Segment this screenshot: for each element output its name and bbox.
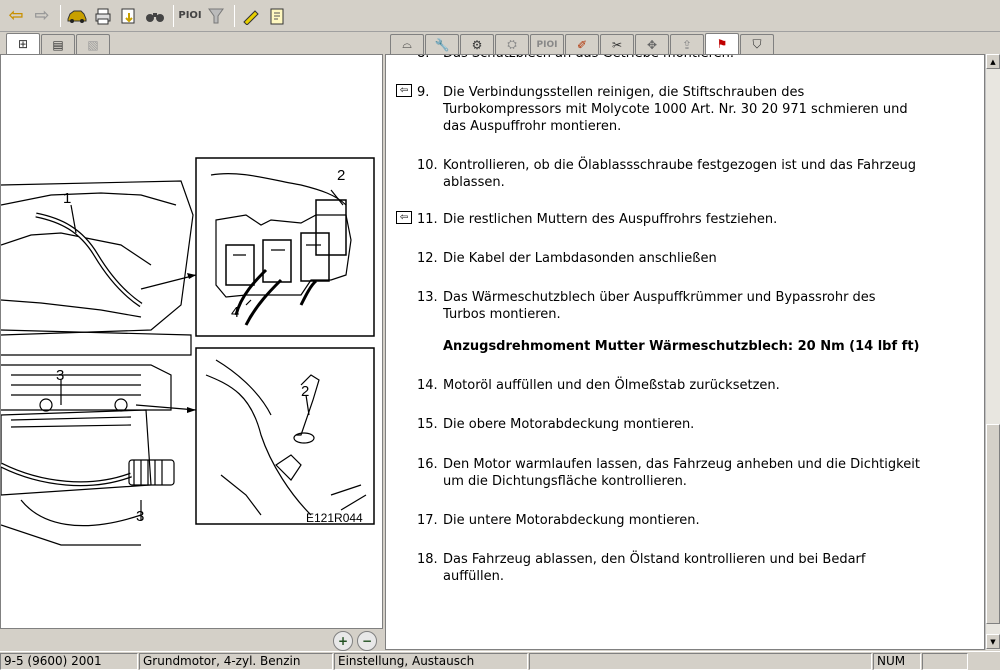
step-text: Das Schutzblech an das Getriebe montiere…	[443, 55, 963, 62]
step-text: Die untere Motorabdeckung montieren.	[443, 513, 700, 528]
parts-icon: ✂	[611, 37, 623, 52]
step-text: Die Kabel der Lambdasonden anschließen	[443, 251, 717, 266]
back-arrow-icon[interactable]: ⇦	[4, 4, 28, 28]
back-reference-icon[interactable]: ⇦	[396, 211, 412, 224]
right-tab-strip: ⌓ 🔧 ⚙ ⛭ PIOI ✐ ✂ ✥ ⇪ ⚑ ⛉	[385, 32, 1000, 54]
callout-2-bottom: 2	[301, 383, 309, 400]
status-empty	[529, 653, 872, 670]
step-text: Die restlichen Muttern des Auspuffrohrs …	[443, 212, 778, 227]
callout-4: 4	[231, 304, 239, 321]
pi-label: PIOI	[536, 39, 558, 50]
step-number: 16.	[417, 457, 438, 472]
zoom-in-icon[interactable]: +	[333, 631, 353, 651]
tab-move[interactable]: ✥	[635, 34, 669, 54]
step-text: Kontrollieren, ob die Ölablassschraube f…	[443, 158, 917, 190]
engine-icon: ⛭	[507, 37, 517, 51]
highlight-icon[interactable]	[239, 4, 263, 28]
tools-icon: ✐	[576, 37, 588, 52]
step-number: 14.	[417, 378, 438, 393]
step-number: 8.	[417, 55, 441, 62]
toolbar-separator	[234, 4, 235, 27]
print-icon[interactable]	[91, 4, 115, 28]
tab-gear[interactable]: ⚙	[460, 34, 494, 54]
engine-diagram: 1 2 3 4 2 3 E121R044	[1, 157, 375, 546]
step-number: 13.	[417, 290, 438, 305]
tab-pi[interactable]: PIOI	[530, 34, 564, 54]
step-text: Den Motor warmlaufen lassen, das Fahrzeu…	[443, 457, 920, 489]
flag-icon: ⚑	[716, 37, 728, 51]
vertical-scrollbar[interactable]: ▲ ▼	[985, 54, 1000, 650]
left-tab-strip: ⊞ ▤ ▧	[0, 32, 385, 54]
wrench-icon: 🔧	[434, 37, 450, 52]
tab-parts[interactable]: ✂	[600, 34, 634, 54]
callout-3-bottom: 3	[136, 508, 144, 525]
tab-document[interactable]: ▤	[41, 34, 75, 54]
diagram-code: E121R044	[306, 511, 363, 525]
tab-funnel[interactable]: ⛉	[740, 34, 774, 54]
step-number: 10.	[417, 158, 438, 173]
torque-spec: Anzugsdrehmoment Mutter Wärmeschutzblech…	[443, 339, 920, 354]
filter-icon[interactable]	[204, 4, 228, 28]
gear-icon: ⚙	[471, 37, 483, 52]
tab-tree[interactable]: ⊞	[6, 33, 40, 54]
step-number: 11.	[417, 212, 438, 227]
step-number: 12.	[417, 251, 438, 266]
pi-button[interactable]: PIOI	[178, 4, 202, 28]
scroll-thumb[interactable]	[986, 424, 1000, 624]
tab-upload[interactable]: ⇪	[670, 34, 704, 54]
funnel-icon: ⛉	[752, 37, 762, 51]
tab-flag[interactable]: ⚑	[705, 33, 739, 54]
callout-2-top: 2	[337, 167, 345, 184]
tab-windshield[interactable]: ⌓	[390, 34, 424, 54]
status-model: 9-5 (9600) 2001	[0, 653, 138, 670]
instructions-pane: 8. Das Schutzblech an das Getriebe monti…	[385, 54, 985, 650]
toolbar-separator	[60, 4, 61, 27]
step-number: 18.	[417, 552, 438, 567]
binoculars-icon[interactable]	[143, 4, 167, 28]
status-section: Grundmotor, 4-zyl. Benzin	[139, 653, 333, 670]
tab-tools[interactable]: ✐	[565, 34, 599, 54]
back-reference-icon[interactable]: ⇦	[396, 84, 412, 97]
zoom-bar: + −	[0, 629, 383, 651]
status-numlock: NUM	[873, 653, 921, 670]
zoom-out-icon[interactable]: −	[357, 631, 377, 651]
toolbar-separator	[173, 4, 174, 27]
export-icon[interactable]	[117, 4, 141, 28]
status-procedure: Einstellung, Austausch	[334, 653, 528, 670]
tab-image[interactable]: ▧	[76, 34, 110, 54]
document-icon: ▤	[52, 37, 64, 52]
main-toolbar: ⇦ ⇨ PIOI	[0, 0, 1000, 32]
tab-engine[interactable]: ⛭	[495, 34, 529, 54]
tree-icon: ⊞	[17, 37, 29, 51]
step-number: 17.	[417, 513, 438, 528]
status-extra	[922, 653, 968, 670]
upload-icon: ⇪	[681, 37, 693, 52]
step-text: Das Wärmeschutzblech über Auspuffkrümmer…	[443, 290, 876, 322]
note-icon[interactable]	[265, 4, 289, 28]
forward-arrow-icon[interactable]: ⇨	[30, 4, 54, 28]
status-bar: 9-5 (9600) 2001 Grundmotor, 4-zyl. Benzi…	[0, 651, 1000, 670]
step-text: Die Verbindungsstellen reinigen, die Sti…	[443, 85, 908, 134]
windshield-icon: ⌓	[402, 37, 412, 51]
step-number: 9.	[417, 85, 430, 100]
car-icon[interactable]	[65, 4, 89, 28]
scroll-up-icon[interactable]: ▲	[986, 54, 1000, 69]
step-number: 15.	[417, 417, 438, 432]
step-text: Das Fahrzeug ablassen, den Ölstand kontr…	[443, 552, 866, 584]
diagram-pane: 1 2 3 4 2 3 E121R044	[0, 54, 383, 629]
scroll-down-icon[interactable]: ▼	[986, 634, 1000, 649]
move-icon: ✥	[646, 37, 658, 52]
callout-1: 1	[63, 190, 71, 207]
step-text: Motoröl auffüllen und den Ölmeßstab zurü…	[443, 378, 780, 393]
image-icon: ▧	[87, 37, 99, 52]
callout-3-left: 3	[56, 367, 64, 384]
tab-wrench[interactable]: 🔧	[425, 34, 459, 54]
step-text: Die obere Motorabdeckung montieren.	[443, 417, 695, 432]
